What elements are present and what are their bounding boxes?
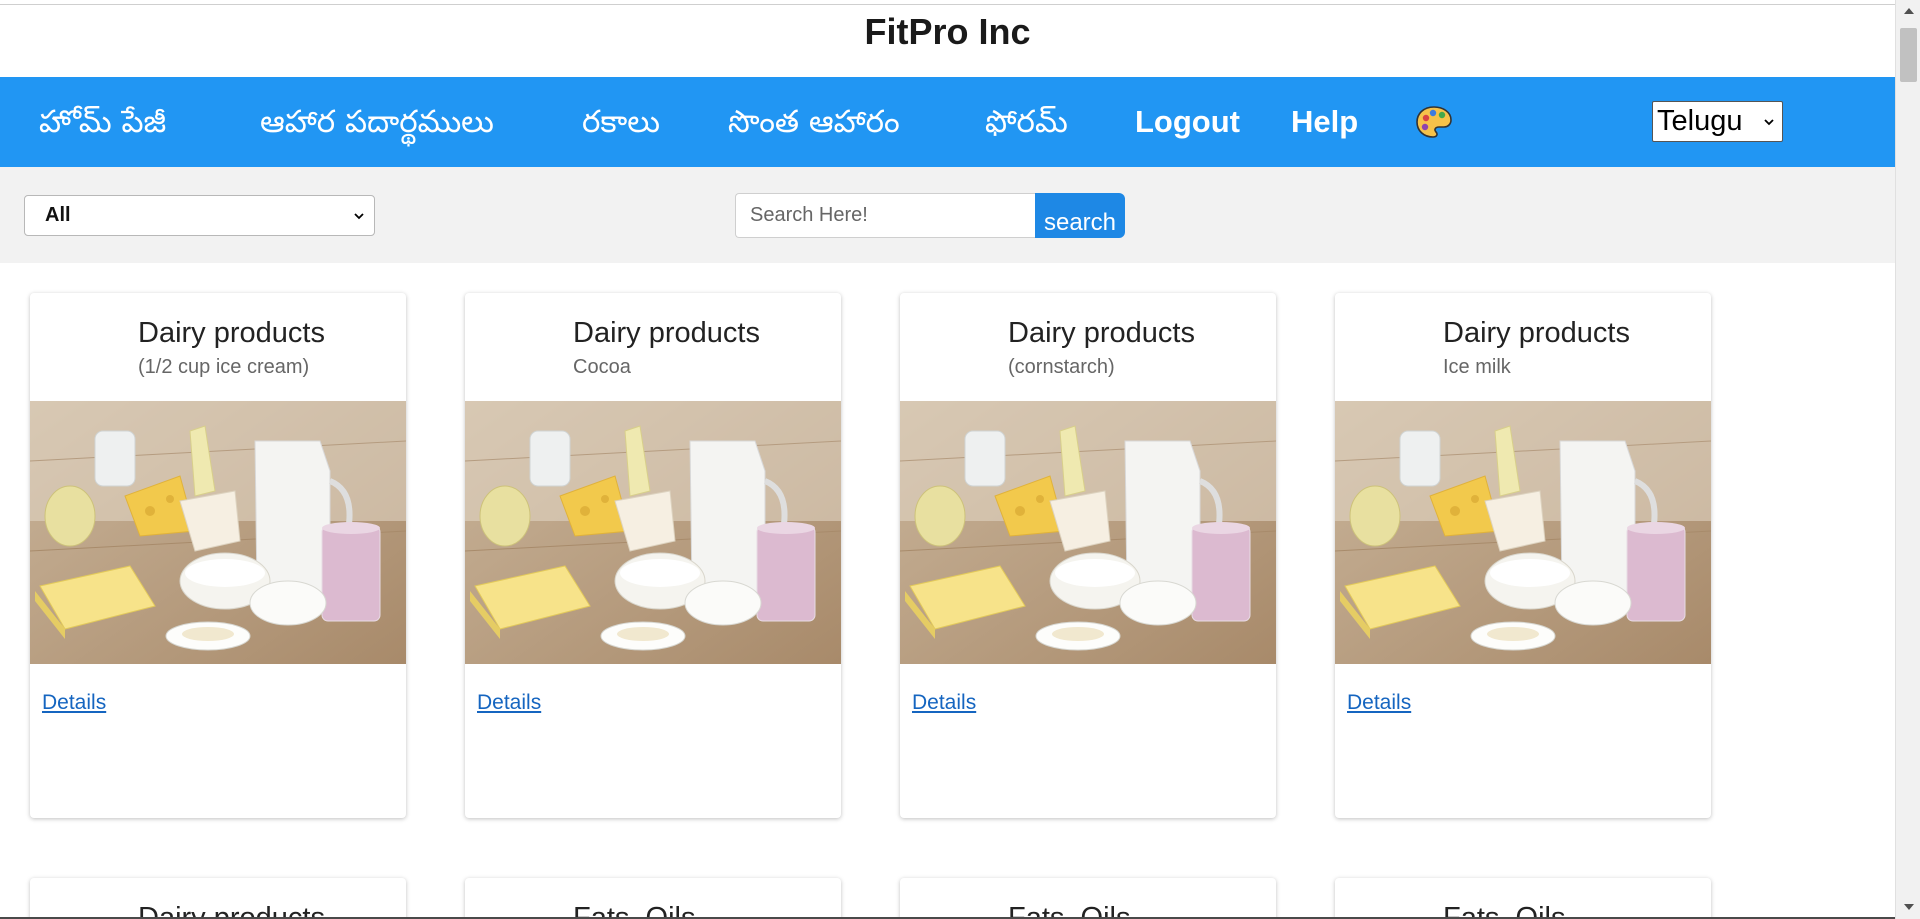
card-subtitle: (cornstarch)	[1008, 356, 1115, 378]
card-title: Dairy products	[573, 317, 760, 349]
details-link[interactable]: Details	[912, 691, 976, 715]
food-card: Dairy products (1/2 cup ice cream) Detai…	[30, 293, 406, 818]
vertical-scrollbar[interactable]	[1895, 0, 1920, 919]
language-select-value: Telugu	[1657, 105, 1743, 137]
nav-help[interactable]: Help	[1291, 77, 1358, 167]
food-card: Dairy products Ice milk Details	[1335, 293, 1711, 818]
card-title: Dairy products	[1443, 317, 1630, 349]
card-title: Dairy products	[138, 317, 325, 349]
nav-food-items[interactable]: ఆహార పదార్థములు	[260, 77, 494, 167]
nav-logout[interactable]: Logout	[1135, 77, 1240, 167]
nav-categories[interactable]: రకాలు	[582, 77, 660, 167]
food-card: Fats, Oils	[900, 878, 1276, 919]
food-grid: Dairy products (1/2 cup ice cream) Detai…	[0, 263, 1895, 919]
palette-icon[interactable]	[1415, 105, 1453, 139]
food-card: Fats, Oils	[465, 878, 841, 919]
card-title: Dairy products	[1008, 317, 1195, 349]
main-navigation: హోమ్ పేజీ ఆహార పదార్థములు రకాలు సొంత ఆహా…	[0, 77, 1895, 167]
nav-own-food[interactable]: సొంత ఆహారం	[728, 77, 900, 167]
site-title: FitPro Inc	[864, 11, 1031, 52]
food-card: Dairy products Cocoa Details	[465, 293, 841, 818]
dairy-products-image	[30, 401, 406, 664]
scroll-up-arrow-icon[interactable]	[1904, 8, 1914, 14]
food-card: Fats, Oils	[1335, 878, 1711, 919]
dairy-products-image	[1335, 401, 1711, 664]
filter-bar: All search	[0, 167, 1895, 263]
category-select[interactable]: All	[24, 195, 375, 236]
chevron-down-icon	[354, 213, 364, 220]
details-link[interactable]: Details	[42, 691, 106, 715]
search-input[interactable]	[735, 193, 1037, 238]
nav-home[interactable]: హోమ్ పేజీ	[39, 77, 166, 167]
language-select[interactable]: Telugu	[1652, 101, 1783, 142]
card-subtitle: (1/2 cup ice cream)	[138, 356, 310, 378]
nav-forum[interactable]: ఫోరమ్	[985, 77, 1068, 167]
search-button[interactable]: search	[1035, 193, 1125, 238]
card-subtitle: Cocoa	[573, 356, 631, 378]
food-card: Dairy products	[30, 878, 406, 919]
card-subtitle: Ice milk	[1443, 356, 1511, 378]
details-link[interactable]: Details	[1347, 691, 1411, 715]
chevron-down-icon	[1764, 119, 1774, 126]
details-link[interactable]: Details	[477, 691, 541, 715]
dairy-products-image	[900, 401, 1276, 664]
food-card: Dairy products (cornstarch) Details	[900, 293, 1276, 818]
brand-header: FitPro Inc	[0, 5, 1895, 77]
category-select-value: All	[45, 204, 71, 226]
scroll-down-arrow-icon[interactable]	[1904, 904, 1914, 910]
scroll-thumb[interactable]	[1900, 28, 1917, 82]
dairy-products-image	[465, 401, 841, 664]
